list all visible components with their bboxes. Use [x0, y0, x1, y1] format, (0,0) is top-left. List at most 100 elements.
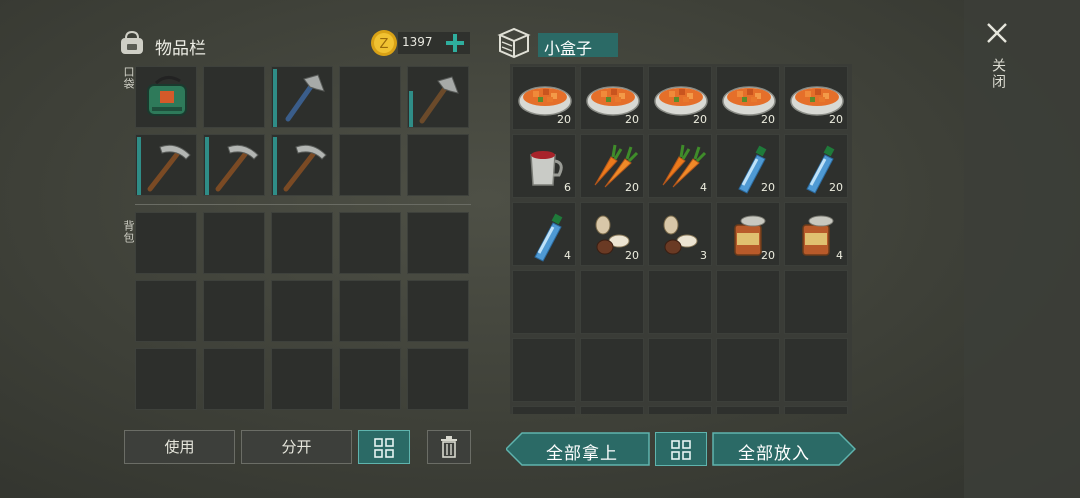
container-slot[interactable] — [648, 406, 712, 414]
item-count: 20 — [761, 249, 775, 262]
backpack-slot[interactable] — [407, 212, 469, 274]
pocket-slot[interactable] — [135, 134, 197, 196]
container-slot[interactable]: 20 — [580, 134, 644, 198]
container-slot[interactable] — [580, 338, 644, 402]
add-coins-button[interactable] — [444, 32, 466, 54]
backpack-slot[interactable] — [135, 280, 197, 342]
pocket-slot[interactable] — [339, 134, 401, 196]
container-slot[interactable] — [512, 406, 576, 414]
container-slot[interactable]: 4 — [512, 202, 576, 266]
container-slot[interactable] — [716, 338, 780, 402]
pocket-slot[interactable] — [271, 66, 333, 128]
container-slot[interactable] — [512, 338, 576, 402]
container-grid: 20 20 20 20 20 6 20 4 20 20 4 20 3 20 4 — [510, 64, 852, 414]
container-slot[interactable]: 20 — [580, 66, 644, 130]
grid-icon — [374, 438, 394, 458]
backpack-slot[interactable] — [271, 212, 333, 274]
pocket-label: 口袋 — [122, 66, 135, 90]
coin-icon: Z — [371, 30, 397, 56]
container-slot[interactable] — [784, 338, 848, 402]
backpack-slot[interactable] — [339, 212, 401, 274]
item-count: 20 — [693, 113, 707, 126]
item-count: 20 — [625, 181, 639, 194]
pocket-slot[interactable] — [135, 66, 197, 128]
backpack-slot[interactable] — [135, 348, 197, 410]
item-count: 4 — [564, 249, 571, 262]
container-slot[interactable] — [580, 406, 644, 414]
take-all-button[interactable]: 全部拿上 — [506, 432, 650, 466]
container-title: 小盒子 — [544, 39, 593, 58]
pocket-slot[interactable] — [407, 66, 469, 128]
container-slot[interactable] — [784, 406, 848, 414]
hatchet-icon — [285, 74, 325, 122]
pocket-slot[interactable] — [203, 66, 265, 128]
container-slot[interactable] — [580, 270, 644, 334]
container-slot[interactable] — [784, 270, 848, 334]
pickaxe-icon — [283, 144, 327, 192]
box-icon — [497, 27, 531, 59]
green-backpack-icon — [147, 76, 187, 116]
container-slot[interactable]: 4 — [648, 134, 712, 198]
put-all-label: 全部放入 — [738, 444, 810, 464]
pocket-slot[interactable] — [271, 134, 333, 196]
sort-container-button[interactable] — [655, 432, 707, 466]
backpack-slot[interactable] — [203, 212, 265, 274]
backpack-slot[interactable] — [339, 348, 401, 410]
section-divider — [135, 204, 471, 205]
container-slot[interactable]: 20 — [580, 202, 644, 266]
backpack-icon — [121, 30, 143, 54]
container-slot[interactable] — [648, 338, 712, 402]
trash-icon — [441, 436, 457, 458]
svg-text:Z: Z — [380, 37, 389, 52]
backpack-slot[interactable] — [407, 348, 469, 410]
item-count: 20 — [625, 249, 639, 262]
container-slot[interactable] — [512, 270, 576, 334]
item-count: 20 — [557, 113, 571, 126]
container-slot[interactable]: 4 — [784, 202, 848, 266]
item-count: 3 — [700, 249, 707, 262]
trash-button[interactable] — [427, 430, 471, 464]
inventory-header: 物品栏 Z 1397 — [118, 28, 478, 60]
backpack-slot[interactable] — [203, 280, 265, 342]
pocket-slot[interactable] — [339, 66, 401, 128]
pickaxe-icon — [215, 144, 259, 192]
item-count: 20 — [829, 181, 843, 194]
backpack-slot[interactable] — [407, 280, 469, 342]
inventory-title: 物品栏 — [155, 39, 206, 59]
container-slot[interactable]: 20 — [648, 66, 712, 130]
use-button[interactable]: 使用 — [124, 430, 235, 464]
container-slot[interactable] — [716, 270, 780, 334]
item-count: 20 — [625, 113, 639, 126]
backpack-slot[interactable] — [135, 212, 197, 274]
pocket-slot[interactable] — [203, 134, 265, 196]
close-button[interactable]: 关闭 — [980, 18, 1014, 98]
close-label: 关闭 — [990, 58, 1006, 90]
backpack-slot[interactable] — [271, 280, 333, 342]
container-header: 小盒子 — [496, 26, 626, 60]
grid-icon — [671, 440, 691, 460]
container-slot[interactable]: 20 — [784, 134, 848, 198]
container-slot[interactable] — [716, 406, 780, 414]
container-slot[interactable]: 3 — [648, 202, 712, 266]
split-button[interactable]: 分开 — [241, 430, 352, 464]
container-slot[interactable]: 6 — [512, 134, 576, 198]
container-slot[interactable]: 20 — [784, 66, 848, 130]
close-icon — [987, 23, 1007, 43]
item-count: 20 — [761, 113, 775, 126]
sort-inventory-button[interactable] — [358, 430, 410, 464]
backpack-slot[interactable] — [271, 348, 333, 410]
plus-icon — [446, 34, 464, 52]
backpack-slot[interactable] — [203, 348, 265, 410]
container-slot[interactable]: 20 — [716, 134, 780, 198]
container-slot[interactable]: 20 — [716, 66, 780, 130]
pocket-slot[interactable] — [407, 134, 469, 196]
pickaxe-icon — [147, 144, 191, 192]
container-slot[interactable]: 20 — [512, 66, 576, 130]
container-slot[interactable] — [648, 270, 712, 334]
hatchet-icon — [419, 76, 459, 124]
item-count: 6 — [564, 181, 571, 194]
item-count: 4 — [700, 181, 707, 194]
container-slot[interactable]: 20 — [716, 202, 780, 266]
backpack-slot[interactable] — [339, 280, 401, 342]
put-all-button[interactable]: 全部放入 — [712, 432, 856, 466]
